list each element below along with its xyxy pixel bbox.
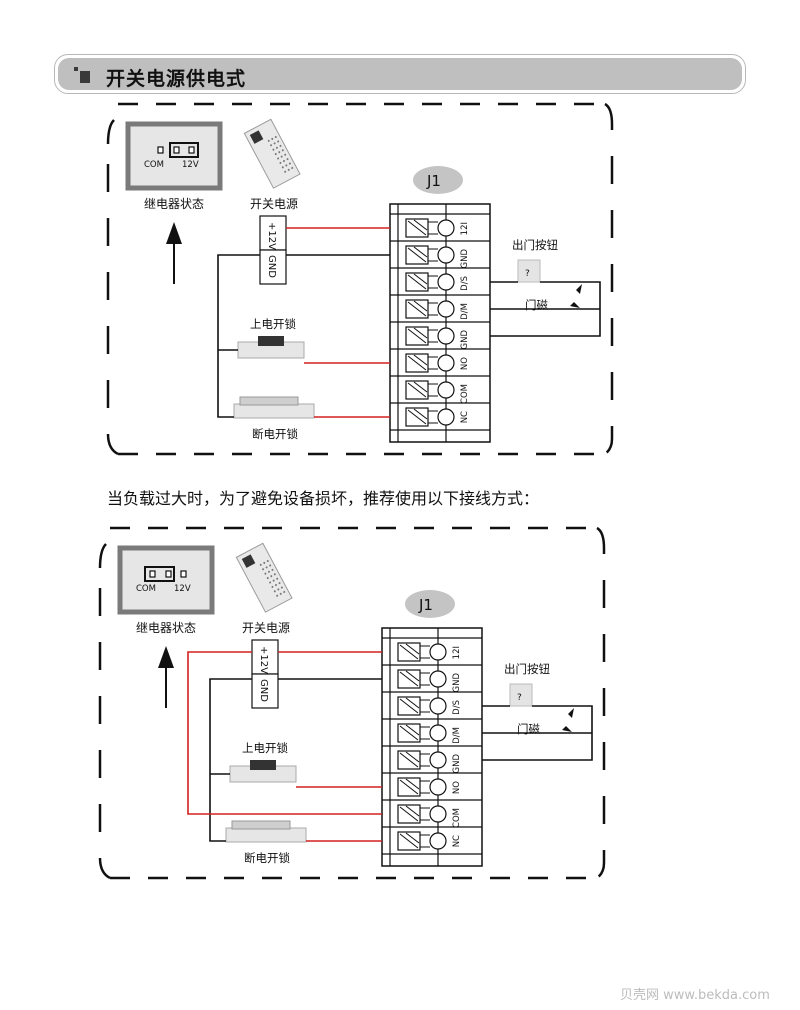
wire-12v-to-com [187, 651, 382, 815]
relay-pin-label-12v: 12V [174, 584, 191, 594]
power-supply-caption: 开关电源 [242, 621, 290, 635]
lock-power-off-caption: 断电开锁 [252, 427, 298, 441]
door-sensor-caption: 门磁 [525, 298, 548, 312]
terminal-hole-icon [437, 408, 455, 426]
terminal-label: 12I [452, 646, 462, 659]
power-off-lock-icon [233, 403, 315, 419]
terminal-label-plus12v: +12V [266, 222, 277, 250]
dashed-frame-left [106, 119, 119, 456]
terminal-label: NO [452, 781, 462, 794]
exit-button-caption: 出门按钮 [504, 662, 550, 676]
terminal-label: 12I [460, 222, 470, 235]
relay-pin [157, 146, 164, 154]
terminal-hole-icon [437, 381, 455, 399]
terminal-hole-icon [429, 832, 447, 850]
terminal-label: GND [460, 330, 470, 350]
diagram-1: COM 12V 继电器状态 开关电源 +12V GND J1 12I GND D/S D/M GND N… [106, 102, 614, 456]
terminal-hole-icon [437, 354, 455, 372]
j1-label: J1 [426, 172, 441, 190]
watermark: 贝壳网 www.bekda.com [620, 988, 770, 1003]
svg-text:?: ? [517, 693, 522, 703]
terminal-hole-icon [437, 300, 455, 318]
dashed-frame-right [596, 526, 606, 880]
terminal-hole-icon [429, 724, 447, 742]
j1-label: J1 [418, 596, 433, 614]
terminal-hole-icon [437, 246, 455, 264]
power-supply-caption: 开关电源 [250, 197, 298, 211]
terminal-label: NC [460, 411, 470, 423]
terminal-label: D/S [460, 276, 470, 291]
terminal-hole-icon [429, 697, 447, 715]
relay-pin [188, 146, 195, 154]
terminal-hole-icon [437, 219, 455, 237]
terminal-label: GND [460, 249, 470, 269]
terminal-label: D/S [452, 700, 462, 715]
terminal-label: NC [452, 835, 462, 847]
relay-pin-label-12v: 12V [182, 160, 199, 170]
terminal-hole-icon [437, 327, 455, 345]
terminal-hole-icon [437, 273, 455, 291]
power-off-lock-icon [225, 827, 307, 843]
door-sensor-icon [570, 284, 582, 308]
terminal-label: D/M [452, 727, 462, 744]
door-sensor-caption: 门磁 [517, 722, 540, 736]
terminal-block [381, 627, 483, 867]
terminal-label: D/M [460, 303, 470, 320]
terminal-label: GND [452, 673, 462, 693]
dashed-frame-right [604, 102, 614, 456]
dashed-frame-left [98, 543, 111, 880]
terminal-hole-icon [429, 778, 447, 796]
relay-pin [149, 570, 156, 578]
relay-pin-label-com: COM [136, 584, 156, 594]
relay-pin [173, 146, 180, 154]
power-supply-icon [235, 542, 293, 613]
up-arrow-icon [166, 222, 182, 244]
terminal-label: NO [460, 357, 470, 370]
relay-state-caption: 继电器状态 [136, 621, 196, 635]
terminal-hole-icon [429, 805, 447, 823]
lock-power-off-caption: 断电开锁 [244, 851, 290, 865]
terminal-block [389, 203, 491, 443]
svg-text:?: ? [525, 269, 530, 279]
terminal-label: COM [452, 808, 462, 828]
door-sensor-icon [562, 708, 574, 732]
diagram-2: COM 12V 继电器状态 开关电源 +12V GND J1 12I GND D/S D/M GND N… [98, 526, 606, 880]
relay-pin [180, 570, 187, 578]
lock-power-on-caption: 上电开锁 [250, 317, 296, 331]
relay-state-caption: 继电器状态 [144, 197, 204, 211]
terminal-label: GND [452, 754, 462, 774]
terminal-hole-icon [429, 643, 447, 661]
up-arrow-icon [158, 646, 174, 668]
relay-pin [165, 570, 172, 578]
lock-power-on-caption: 上电开锁 [242, 741, 288, 755]
terminal-label-gnd: GND [258, 679, 269, 702]
power-supply-icon [243, 118, 301, 189]
terminal-label-gnd: GND [266, 255, 277, 278]
terminal-label-plus12v: +12V [258, 646, 269, 674]
terminal-hole-icon [429, 751, 447, 769]
wire-lock-gnd [209, 678, 252, 842]
wiring-diagrams: COM 12V继电器状态 开关电源+12VGNDJ112IGNDD/SD/MGNDN… [98, 102, 614, 880]
wire-lock-gnd [217, 254, 260, 418]
exit-button-caption: 出门按钮 [512, 238, 558, 252]
terminal-hole-icon [429, 670, 447, 688]
terminal-label: COM [460, 384, 470, 404]
relay-pin-label-com: COM [144, 160, 164, 170]
